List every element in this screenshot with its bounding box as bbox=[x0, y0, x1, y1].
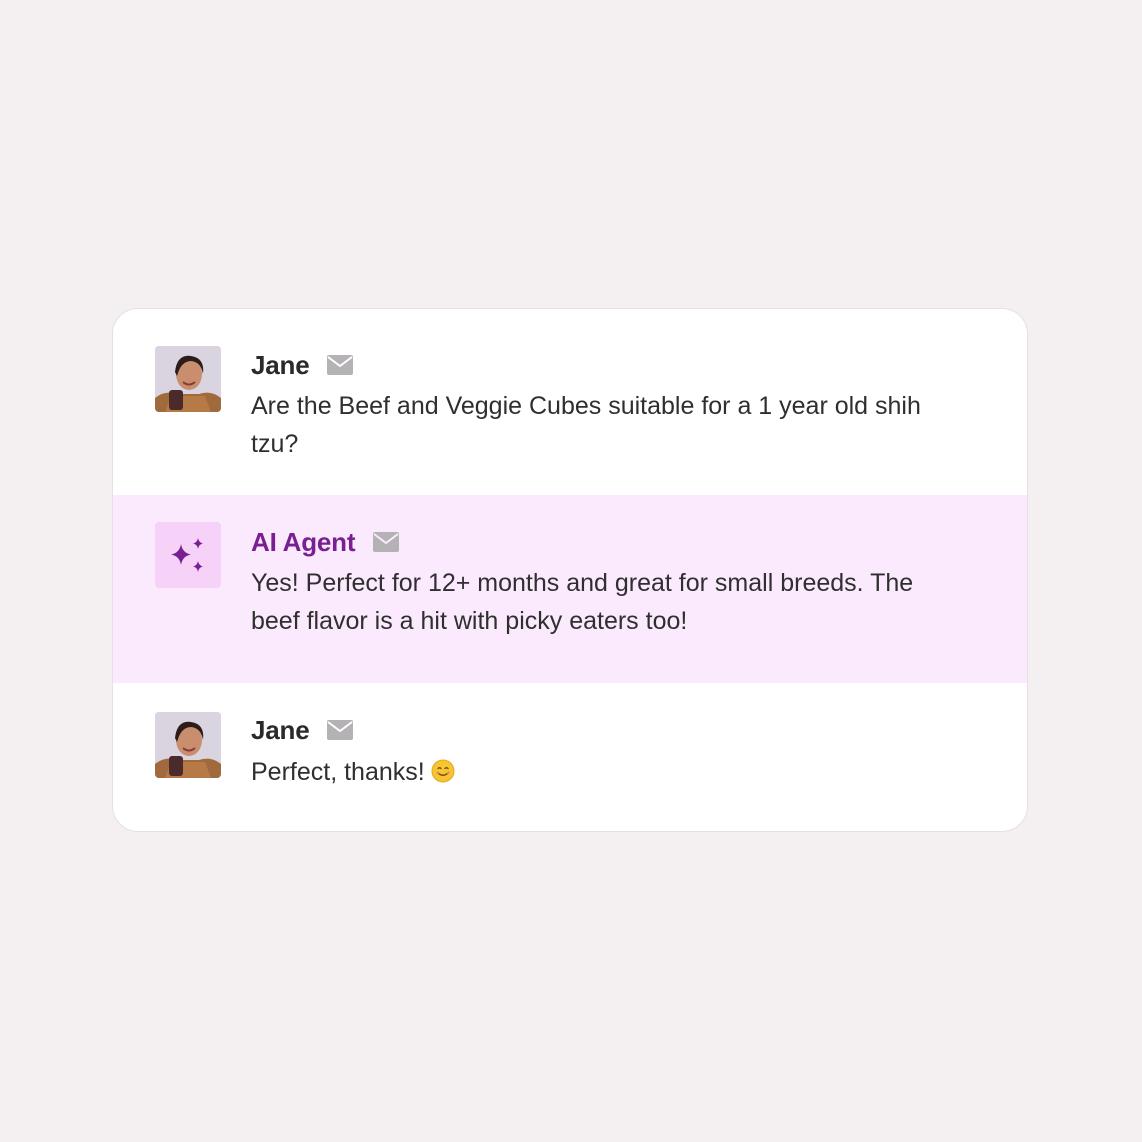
mail-icon bbox=[327, 720, 354, 740]
message-row: Jane Are the Beef and Veggie Cubes suita… bbox=[113, 309, 1027, 495]
message-header: Jane bbox=[251, 714, 354, 745]
message-row: Jane Perfect, thanks! bbox=[113, 683, 1027, 831]
sender-name: AI Agent bbox=[251, 526, 356, 557]
sender-name: Jane bbox=[251, 714, 310, 745]
message-header: AI Agent bbox=[251, 526, 400, 557]
message-text: Yes! Perfect for 12+ months and great fo… bbox=[251, 569, 914, 635]
message-text-container: Perfect, thanks! bbox=[251, 753, 947, 791]
message-text: Perfect, thanks! bbox=[251, 758, 425, 786]
avatar bbox=[155, 346, 221, 412]
avatar bbox=[155, 712, 221, 778]
smiling-face-emoji-icon bbox=[431, 759, 455, 783]
user-photo-avatar-icon bbox=[155, 712, 221, 778]
ai-avatar bbox=[155, 522, 221, 588]
message-header: Jane bbox=[251, 349, 354, 380]
conversation-card: Jane Are the Beef and Veggie Cubes suita… bbox=[112, 308, 1028, 832]
mail-icon bbox=[327, 355, 354, 375]
sender-name: Jane bbox=[251, 349, 310, 380]
message-text: Are the Beef and Veggie Cubes suitable f… bbox=[251, 392, 921, 458]
sparkle-icon bbox=[171, 538, 203, 572]
user-photo-avatar-icon bbox=[155, 346, 221, 412]
message-row-ai: AI Agent Yes! Perfect for 12+ months and… bbox=[113, 495, 1027, 683]
mail-icon bbox=[373, 532, 400, 552]
